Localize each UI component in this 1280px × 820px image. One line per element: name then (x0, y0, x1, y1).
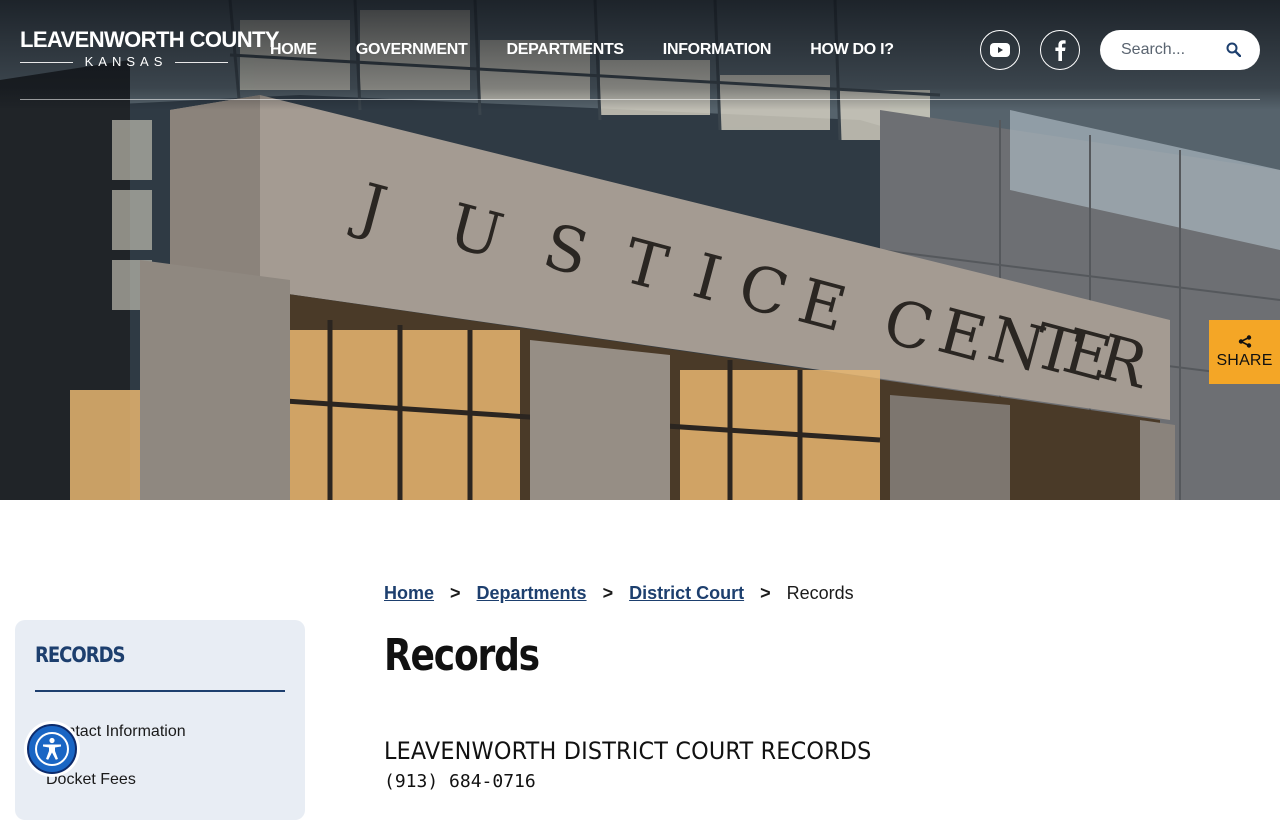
sidebar-divider (35, 690, 285, 692)
search-icon[interactable] (1226, 42, 1241, 57)
logo-line2-row: KANSAS (20, 54, 228, 70)
youtube-icon (990, 43, 1010, 57)
nav-departments[interactable]: DEPARTMENTS (507, 40, 625, 60)
breadcrumb-separator: > (450, 583, 461, 603)
share-button[interactable]: SHARE (1209, 320, 1280, 384)
share-label: SHARE (1216, 351, 1273, 369)
header-divider (20, 99, 1260, 100)
nav-how-do-i[interactable]: HOW DO I? (810, 40, 894, 60)
hero-banner: J U S T I C E C E N T E R (0, 0, 1280, 500)
logo-line2: KANSAS (84, 54, 168, 69)
breadcrumb: Home > Departments > District Court > Re… (384, 583, 854, 604)
share-icon (1238, 334, 1251, 348)
accessibility-icon (35, 732, 69, 766)
facebook-icon (1055, 40, 1066, 61)
page-title: Records (384, 630, 540, 681)
county-logo[interactable]: LEAVENWORTH COUNTY KANSAS (20, 27, 280, 70)
accessibility-badge (27, 724, 77, 774)
breadcrumb-separator: > (760, 583, 771, 603)
phone-number[interactable]: (913) 684-0716 (384, 771, 536, 792)
breadcrumb-home[interactable]: Home (384, 583, 434, 604)
logo-line1: LEAVENWORTH COUNTY (20, 27, 280, 52)
breadcrumb-current: Records (786, 583, 854, 603)
sidebar-title[interactable]: RECORDS (35, 643, 126, 667)
nav-information[interactable]: INFORMATION (663, 40, 772, 60)
section-heading: LEAVENWORTH DISTRICT COURT RECORDS (384, 737, 872, 765)
logo-rule-right (175, 61, 228, 63)
nav-home[interactable]: HOME (270, 40, 317, 60)
main-nav: HOME GOVERNMENT DEPARTMENTS INFORMATION … (270, 40, 933, 60)
breadcrumb-district-court[interactable]: District Court (629, 583, 744, 604)
search-input[interactable] (1121, 41, 1231, 59)
youtube-button[interactable] (980, 30, 1020, 70)
sidebar: RECORDS Contact Information Docket Fees (15, 620, 305, 820)
logo-rule-left (20, 61, 73, 63)
search-box[interactable] (1100, 30, 1260, 70)
breadcrumb-departments[interactable]: Departments (477, 583, 587, 604)
nav-government[interactable]: GOVERNMENT (356, 40, 468, 60)
facebook-button[interactable] (1040, 30, 1080, 70)
accessibility-button[interactable] (24, 721, 80, 777)
breadcrumb-separator: > (602, 583, 614, 603)
